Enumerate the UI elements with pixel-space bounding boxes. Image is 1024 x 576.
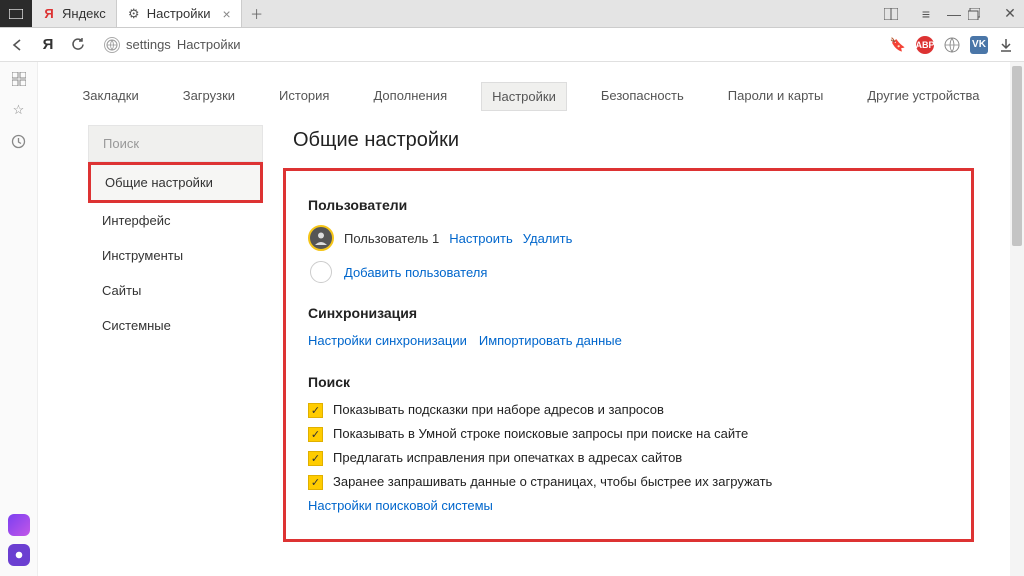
menu-icon[interactable]: ≡ — [912, 6, 940, 22]
page-title: Общие настройки — [283, 125, 974, 168]
yandex-home-icon[interactable]: Я — [38, 36, 58, 53]
vk-extension-icon[interactable]: VK — [970, 36, 988, 54]
bookmark-icon[interactable]: 🔖 — [888, 37, 908, 53]
checkbox-icon[interactable]: ✓ — [308, 451, 323, 466]
nav-history[interactable]: История — [269, 82, 339, 111]
browser-tab-yandex[interactable]: Я Яндекс — [32, 0, 117, 27]
sidebar-item-general[interactable]: Общие настройки — [88, 162, 263, 203]
search-opt-suggestions: Показывать подсказки при наборе адресов … — [333, 402, 664, 417]
settings-top-nav: Закладки Загрузки История Дополнения Нас… — [38, 62, 1024, 125]
nav-addons[interactable]: Дополнения — [363, 82, 457, 111]
import-data-link[interactable]: Импортировать данные — [479, 333, 622, 348]
history-rail-icon[interactable] — [11, 134, 26, 149]
window-menu-icon[interactable] — [0, 0, 32, 27]
minimize-icon[interactable]: — — [940, 6, 968, 22]
sidebar-item-interface[interactable]: Интерфейс — [88, 203, 263, 238]
sidebar-item-tools[interactable]: Инструменты — [88, 238, 263, 273]
close-tab-icon[interactable]: × — [222, 6, 230, 22]
section-users-heading: Пользователи — [308, 197, 949, 213]
downloads-icon[interactable] — [996, 38, 1016, 52]
nav-security[interactable]: Безопасность — [591, 82, 694, 111]
scrollbar-track[interactable] — [1010, 62, 1024, 576]
close-window-icon[interactable]: ✕ — [996, 5, 1024, 22]
search-engine-settings-link[interactable]: Настройки поисковой системы — [308, 498, 493, 513]
nav-bookmarks[interactable]: Закладки — [72, 82, 148, 111]
settings-sidebar: Поиск Общие настройки Интерфейс Инструме… — [88, 125, 263, 542]
sync-settings-link[interactable]: Настройки синхронизации — [308, 333, 467, 348]
nav-devices[interactable]: Другие устройства — [857, 82, 989, 111]
checkbox-icon[interactable]: ✓ — [308, 475, 323, 490]
panels-icon[interactable] — [12, 72, 26, 86]
tab-label: Настройки — [147, 6, 211, 21]
globe-extension-icon[interactable] — [942, 37, 962, 53]
gear-icon: ⚙ — [127, 7, 141, 21]
section-sync-heading: Синхронизация — [308, 305, 949, 321]
user-delete-link[interactable]: Удалить — [523, 231, 573, 246]
panel-toggle-icon[interactable] — [884, 8, 912, 20]
yandex-favicon-icon: Я — [42, 7, 56, 21]
user-avatar-icon — [308, 225, 334, 251]
browser-tab-settings[interactable]: ⚙ Настройки × — [117, 0, 242, 27]
checkbox-icon[interactable]: ✓ — [308, 427, 323, 442]
address-text: Настройки — [177, 37, 241, 52]
address-prefix: settings — [126, 37, 171, 52]
search-opt-prefetch: Заранее запрашивать данные о страницах, … — [333, 474, 772, 489]
sidebar-item-sites[interactable]: Сайты — [88, 273, 263, 308]
new-tab-button[interactable]: ＋ — [242, 0, 272, 27]
rail-app-1[interactable] — [8, 514, 30, 536]
user-name: Пользователь 1 — [344, 231, 439, 246]
sidebar-item-system[interactable]: Системные — [88, 308, 263, 343]
star-icon[interactable]: ☆ — [13, 102, 25, 118]
scrollbar-thumb[interactable] — [1012, 66, 1022, 246]
back-icon[interactable] — [8, 38, 28, 52]
maximize-icon[interactable] — [968, 8, 996, 20]
add-user-link[interactable]: Добавить пользователя — [344, 265, 487, 280]
rail-app-alice[interactable] — [8, 544, 30, 566]
user-configure-link[interactable]: Настроить — [449, 231, 513, 246]
reload-icon[interactable] — [68, 37, 88, 52]
section-search-heading: Поиск — [308, 374, 949, 390]
checkbox-icon[interactable]: ✓ — [308, 403, 323, 418]
sidebar-search[interactable]: Поиск — [88, 125, 263, 162]
nav-downloads[interactable]: Загрузки — [173, 82, 245, 111]
abp-extension-icon[interactable]: ABP — [916, 36, 934, 54]
address-bar[interactable]: settings Настройки — [98, 34, 878, 56]
tab-label: Яндекс — [62, 6, 106, 21]
settings-panel: Пользователи Пользователь 1 Настроить Уд… — [283, 168, 974, 542]
search-opt-smartbar: Показывать в Умной строке поисковые запр… — [333, 426, 748, 441]
nav-settings[interactable]: Настройки — [481, 82, 567, 111]
nav-passwords[interactable]: Пароли и карты — [718, 82, 834, 111]
globe-icon — [104, 37, 120, 53]
search-opt-typo: Предлагать исправления при опечатках в а… — [333, 450, 682, 465]
add-user-avatar-placeholder — [310, 261, 332, 283]
